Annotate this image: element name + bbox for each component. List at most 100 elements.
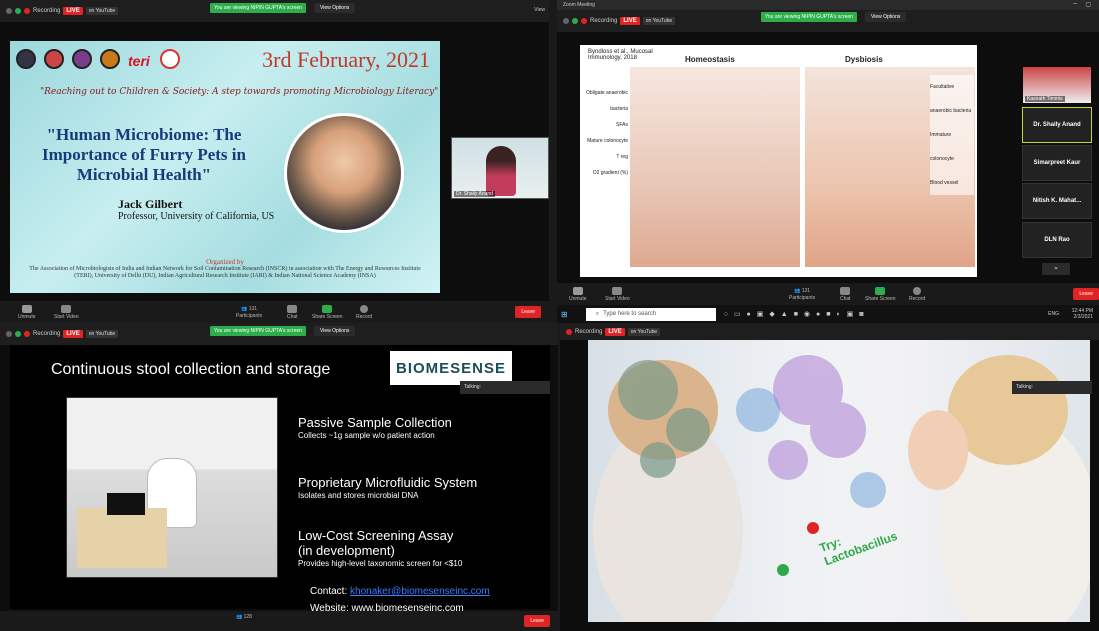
chat-label: Chat: [840, 295, 851, 302]
woman-right-face: [908, 410, 968, 490]
live-badge[interactable]: LIVE: [63, 7, 83, 15]
view-options-button[interactable]: View Options: [865, 12, 907, 22]
start-video-button[interactable]: Start Video: [605, 286, 630, 302]
contact-line: Contact: khonaker@biomesenseinc.com: [310, 586, 490, 597]
participant-tile[interactable]: Dr. Shaily Anand: [1022, 107, 1092, 143]
participants-button[interactable]: 👥 128: [236, 614, 252, 620]
thumbnail-video[interactable]: Kasnath Timmis: [1023, 67, 1091, 103]
shared-slide-title: teri 3rd February, 2021 "Reaching out to…: [10, 41, 440, 293]
unmute-button[interactable]: Unmute: [569, 286, 587, 302]
recording-indicator: Recording LIVE on YouTube: [563, 17, 676, 25]
start-video-label: Start Video: [54, 313, 79, 320]
logo-teri: teri: [128, 53, 150, 69]
leave-button[interactable]: Leave: [524, 615, 550, 627]
share-screen-icon: [322, 304, 333, 313]
info-icon[interactable]: [6, 331, 12, 337]
mic-icon: [21, 304, 32, 313]
share-screen-button[interactable]: Share Screen: [312, 304, 343, 320]
participant-camera[interactable]: Dr. Shaily Anand: [451, 137, 549, 199]
speaker-role: Professor, University of California, US: [118, 211, 275, 222]
share-screen-button[interactable]: Share Screen: [865, 286, 896, 302]
participants-count: 128: [243, 614, 252, 620]
label-mature: Mature colonocyte: [587, 138, 628, 144]
chat-button[interactable]: Chat: [287, 304, 298, 320]
lang-indicator[interactable]: ENG: [1048, 311, 1059, 317]
youtube-dropdown[interactable]: on YouTube: [642, 17, 676, 25]
maximize-button[interactable]: ▢: [1085, 1, 1091, 8]
participants-button[interactable]: 👥 131 Participants: [236, 306, 262, 319]
info-icon[interactable]: [6, 8, 12, 14]
viewing-screen-banner: You are viewing NIPIN GUPTA's screen: [210, 3, 306, 13]
youtube-dropdown[interactable]: on YouTube: [85, 7, 119, 15]
event-tagline: "Reaching out to Children & Society: A s…: [40, 87, 439, 97]
participant-tile[interactable]: Simarpreet Kaur: [1022, 145, 1092, 181]
label-treg: T reg: [616, 154, 628, 160]
record-button[interactable]: Record: [356, 304, 372, 320]
logo-ami: [16, 49, 36, 69]
unmute-button[interactable]: Unmute: [18, 304, 36, 320]
recording-label: Recording: [575, 328, 603, 335]
participants-label: Participants: [789, 294, 816, 301]
label-sfas: SFAs: [616, 122, 628, 128]
info-icon[interactable]: [563, 18, 569, 24]
shield-icon[interactable]: [15, 331, 21, 337]
record-button[interactable]: Record: [909, 286, 925, 302]
youtube-dropdown[interactable]: on YouTube: [627, 327, 661, 336]
right-labels-inner: Facultative anaerobic bacteria Immature …: [930, 75, 974, 195]
view-options-button[interactable]: View Options: [314, 326, 356, 336]
share-screen-label: Share Screen: [865, 295, 896, 302]
camera-icon: [612, 286, 623, 295]
logo-inscr: [160, 49, 180, 69]
logo-du: [72, 49, 92, 69]
people-icon: 👥: [241, 305, 248, 312]
recording-indicator: Recording LIVE on YouTube: [6, 7, 119, 15]
start-video-label: Start Video: [605, 295, 630, 302]
organized-by-label: Organized by: [206, 258, 244, 266]
recording-indicator: Recording LIVE on YouTube: [6, 330, 119, 338]
windows-start-icon[interactable]: ⊞: [561, 310, 568, 319]
video-tile-bottomright: Recording LIVE on YouTube Try: Lactobacil…: [560, 323, 1099, 631]
contact-email-link[interactable]: khonaker@biomesenseinc.com: [350, 586, 490, 597]
biomesense-logo: BIOMESENSE: [390, 351, 512, 385]
participants-label: Participants: [236, 312, 263, 319]
live-badge[interactable]: LIVE: [63, 330, 83, 338]
view-options-button[interactable]: View Options: [314, 3, 356, 13]
label-facultative: Facultative anaerobic bacteria: [930, 84, 972, 114]
leave-button[interactable]: Leave: [1073, 288, 1099, 300]
talk-title: "Human Microbiome: The Importance of Fur…: [42, 125, 246, 184]
recording-label: Recording: [33, 331, 61, 337]
bullet-3: Low-Cost Screening Assay (in development)…: [298, 528, 462, 568]
record-icon: [360, 304, 369, 313]
shared-slide-diagram: Byndloss et al., Mucosal Immunology, 201…: [580, 45, 977, 277]
participants-button[interactable]: 👥 131 Participants: [789, 288, 815, 301]
participant-tile[interactable]: Nitish K. Mahat...: [1022, 183, 1092, 219]
live-badge[interactable]: LIVE: [620, 17, 640, 25]
meeting-topbar: Recording LIVE on YouTube You are viewin…: [0, 0, 549, 22]
taskbar-search[interactable]: ⌕ Type here to search: [585, 307, 716, 321]
start-video-button[interactable]: Start Video: [54, 304, 79, 320]
live-badge[interactable]: LIVE: [605, 327, 625, 336]
minimize-button[interactable]: –: [1073, 0, 1077, 7]
shield-icon[interactable]: [15, 8, 21, 14]
leave-button[interactable]: Leave: [515, 306, 541, 318]
view-button[interactable]: View: [534, 7, 545, 13]
youtube-dropdown[interactable]: on YouTube: [85, 330, 119, 338]
citation: Byndloss et al., Mucosal Immunology, 201…: [588, 49, 653, 61]
chevron-down-icon[interactable]: ⌄: [1042, 263, 1070, 275]
clock-date: 2/3/2021: [1073, 314, 1093, 320]
organizers: Organized by The Association of Microbio…: [20, 259, 430, 280]
share-screen-icon: [875, 286, 886, 295]
meeting-controls: Unmute Start Video 👥 131 Participants Cha…: [0, 301, 549, 323]
chat-button[interactable]: Chat: [840, 286, 851, 302]
logo-insa: [100, 49, 120, 69]
people-icon: 👥: [236, 614, 243, 620]
speaker-name: Jack Gilbert: [118, 197, 183, 211]
shield-icon[interactable]: [572, 18, 578, 24]
taskbar-app-icons[interactable]: ○▭●▣◆▲■◉●■◐▣◙: [724, 310, 870, 318]
participant-tile[interactable]: DLN Rao: [1022, 222, 1092, 258]
thumbnail-name: Kasnath Timmis: [1025, 96, 1065, 102]
contact-label: Contact:: [310, 586, 348, 597]
record-dot-icon: [566, 328, 572, 335]
taskbar-clock[interactable]: 12:44 PM 2/3/2021: [1072, 308, 1093, 320]
search-placeholder: Type here to search: [603, 311, 657, 317]
